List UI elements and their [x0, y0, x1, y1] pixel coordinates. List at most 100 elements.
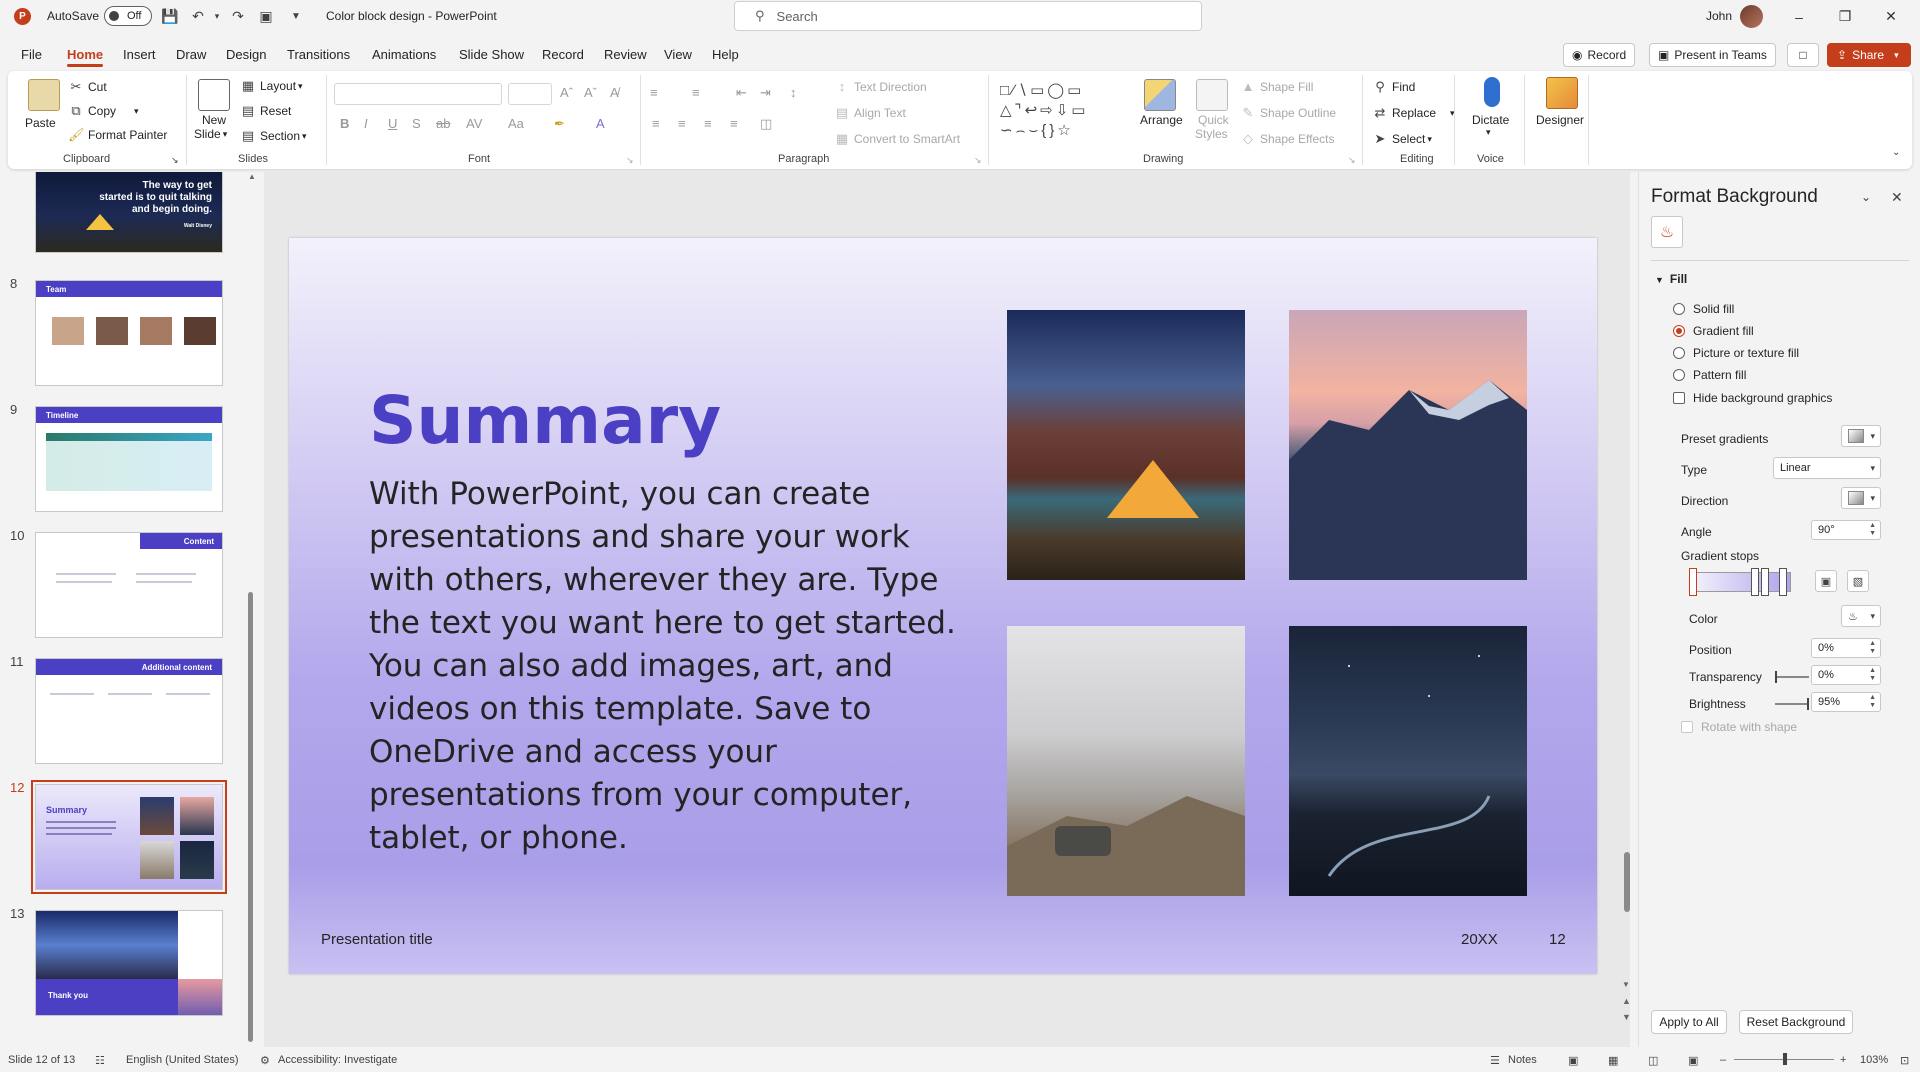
gradient-stop[interactable]: [1751, 568, 1759, 596]
previous-slide-icon[interactable]: ▲: [1622, 996, 1631, 1006]
fill-paint-bucket-icon[interactable]: ♨: [1651, 216, 1683, 248]
convert-smartart-button[interactable]: ▦ Convert to SmartArt: [834, 131, 960, 147]
tab-draw[interactable]: Draw: [176, 47, 206, 62]
comments-icon[interactable]: □: [1787, 43, 1819, 67]
slide-title[interactable]: Summary: [369, 382, 721, 459]
gradient-stops-bar[interactable]: [1691, 572, 1791, 592]
accessibility-status[interactable]: Accessibility: Investigate: [278, 1054, 397, 1066]
decrease-font-icon[interactable]: Aˇ: [584, 85, 597, 100]
tab-slide-show[interactable]: Slide Show: [459, 47, 524, 62]
position-input[interactable]: 0% ▲ ▼: [1811, 638, 1881, 658]
customize-qat-icon[interactable]: ▼: [286, 6, 306, 26]
zoom-slider-thumb[interactable]: [1783, 1053, 1787, 1065]
add-gradient-stop-icon[interactable]: ▣: [1815, 570, 1837, 592]
replace-button[interactable]: ⇄ Replace ▾: [1372, 105, 1455, 121]
fill-section-header[interactable]: ▼ Fill: [1655, 272, 1687, 286]
tab-help[interactable]: Help: [712, 47, 739, 62]
redo-icon[interactable]: ↷: [228, 6, 248, 26]
slide-scrollbar[interactable]: ▼ ▲ ▼: [1622, 172, 1631, 1047]
clear-formatting-icon[interactable]: A̸: [610, 85, 619, 100]
brightness-input[interactable]: 95% ▲ ▼: [1811, 692, 1881, 712]
record-button[interactable]: ◉ Record: [1563, 43, 1636, 67]
spinner-arrows-icon[interactable]: ▲ ▼: [1869, 667, 1876, 683]
font-launcher-icon[interactable]: ↘: [626, 155, 634, 166]
designer-button[interactable]: Designer: [1536, 113, 1584, 127]
shadow-icon[interactable]: S: [412, 116, 421, 131]
quick-styles-label-1[interactable]: Quick: [1198, 113, 1229, 127]
thumbnail-slide-11[interactable]: Additional content: [35, 658, 223, 764]
tab-view[interactable]: View: [664, 47, 692, 62]
font-name-box[interactable]: [334, 83, 502, 105]
dictate-dropdown-icon[interactable]: ▾: [1486, 127, 1491, 138]
scroll-thumb[interactable]: [248, 592, 253, 1042]
tab-animations[interactable]: Animations: [372, 47, 436, 62]
fit-to-window-icon[interactable]: ⊡: [1900, 1054, 1909, 1067]
avatar[interactable]: [1740, 5, 1763, 28]
close-icon[interactable]: ✕: [1868, 0, 1914, 33]
slider-thumb[interactable]: [1807, 698, 1809, 710]
paragraph-launcher-icon[interactable]: ↘: [974, 155, 982, 166]
underline-icon[interactable]: U: [388, 116, 397, 131]
pane-options-icon[interactable]: ⌄: [1861, 190, 1871, 204]
shapes-gallery[interactable]: □∕∖▭◯▭ △⌝↩⇨⇩▭ ∽⌢⌣{}☆: [1000, 81, 1128, 143]
thumbnail-slide-8[interactable]: Team: [35, 280, 223, 386]
slide-canvas[interactable]: Summary With PowerPoint, you can create …: [289, 238, 1597, 974]
color-dropdown[interactable]: ♨ ▾: [1841, 605, 1881, 627]
copy-dropdown-icon[interactable]: ▾: [134, 106, 139, 117]
zoom-in-icon[interactable]: +: [1840, 1054, 1846, 1066]
strikethrough-icon[interactable]: ab: [436, 116, 450, 131]
new-slide-button[interactable]: Slide ▾: [194, 127, 227, 141]
spinner-arrows-icon[interactable]: ▲ ▼: [1869, 522, 1876, 538]
numbering-icon[interactable]: ≡: [692, 85, 700, 100]
layout-button[interactable]: ▦ Layout ▾: [240, 78, 303, 94]
start-from-beginning-icon[interactable]: ▣: [256, 6, 276, 26]
columns-icon[interactable]: ◫: [760, 116, 772, 132]
increase-indent-icon[interactable]: ⇥: [760, 85, 771, 101]
tab-review[interactable]: Review: [604, 47, 647, 62]
thumbnail-slide-10[interactable]: Content: [35, 532, 223, 638]
next-slide-icon[interactable]: ▼: [1622, 1012, 1631, 1022]
tab-design[interactable]: Design: [226, 47, 266, 62]
italic-icon[interactable]: I: [364, 116, 368, 131]
zoom-out-icon[interactable]: –: [1720, 1054, 1726, 1066]
scroll-thumb[interactable]: [1624, 852, 1630, 912]
font-size-box[interactable]: [508, 83, 552, 105]
tab-transitions[interactable]: Transitions: [287, 47, 350, 62]
select-button[interactable]: ➤ Select ▾: [1372, 131, 1432, 147]
gradient-stop[interactable]: [1761, 568, 1769, 596]
tab-home[interactable]: Home: [67, 47, 104, 67]
paste-icon[interactable]: [28, 79, 60, 111]
slide-show-icon[interactable]: ▣: [1688, 1054, 1698, 1067]
language-indicator[interactable]: English (United States): [126, 1054, 239, 1066]
align-left-icon[interactable]: ≡: [652, 116, 660, 131]
spinner-arrows-icon[interactable]: ▲ ▼: [1869, 694, 1876, 710]
present-in-teams-button[interactable]: ▣ Present in Teams: [1649, 43, 1776, 67]
angle-input[interactable]: 90° ▲ ▼: [1811, 520, 1881, 540]
change-case-icon[interactable]: Aa: [508, 116, 524, 131]
brightness-slider[interactable]: [1775, 698, 1809, 710]
pattern-fill-radio[interactable]: Pattern fill: [1673, 368, 1746, 382]
save-icon[interactable]: 💾: [160, 6, 180, 26]
photo-night-road[interactable]: [1289, 626, 1527, 896]
thumbnails-scrollbar[interactable]: ▲: [246, 172, 256, 1042]
increase-font-icon[interactable]: Aˆ: [560, 85, 573, 100]
spell-check-icon[interactable]: ☷: [95, 1054, 105, 1067]
footer-presentation-title[interactable]: Presentation title: [321, 931, 433, 948]
slider-thumb[interactable]: [1775, 671, 1777, 683]
rotate-with-shape-checkbox[interactable]: Rotate with shape: [1681, 720, 1797, 734]
dictate-button[interactable]: Dictate: [1472, 113, 1509, 127]
align-text-button[interactable]: ▤ Align Text: [834, 105, 906, 121]
thumbnail-slide-13[interactable]: Thank you: [35, 910, 223, 1016]
decrease-indent-icon[interactable]: ⇤: [736, 85, 747, 101]
normal-view-icon[interactable]: ▣: [1568, 1054, 1578, 1067]
reading-view-icon[interactable]: ◫: [1648, 1054, 1658, 1067]
arrange-icon[interactable]: [1144, 79, 1176, 111]
restore-icon[interactable]: ❐: [1822, 0, 1868, 33]
bullets-icon[interactable]: ≡: [650, 85, 658, 100]
ribbon-collapse-icon[interactable]: ⌄: [1892, 147, 1900, 158]
type-dropdown[interactable]: Linear ▾: [1773, 457, 1881, 479]
apply-to-all-button[interactable]: Apply to All: [1651, 1010, 1727, 1034]
spinner-arrows-icon[interactable]: ▲ ▼: [1869, 640, 1876, 656]
photo-canyon-tent[interactable]: [1007, 310, 1245, 580]
quick-styles-label-2[interactable]: Styles: [1195, 127, 1228, 141]
